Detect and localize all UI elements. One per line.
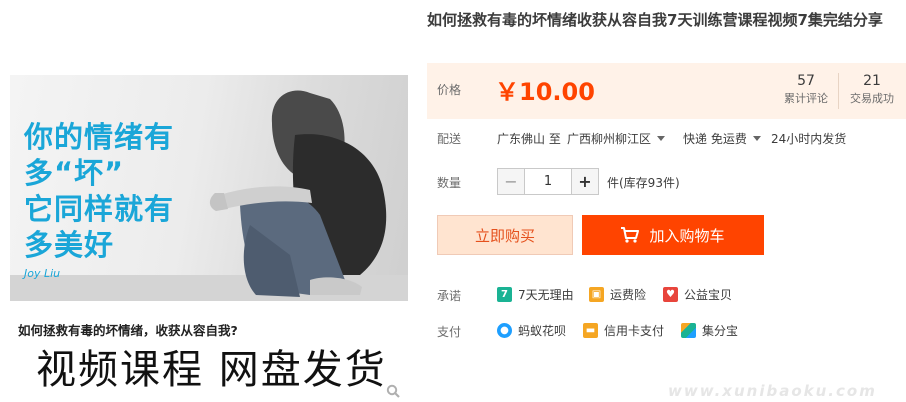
payment-label: 支付 (437, 325, 462, 339)
price-label: 价格 (437, 83, 462, 97)
image-headline: 你的情绪有 多“坏” 它同样就有 多美好 (24, 120, 175, 262)
quantity-stepper: − + (497, 168, 599, 195)
promise-7day-return[interactable]: 7 7天无理由 (497, 286, 574, 303)
sales-stat[interactable]: 21 交易成功 (839, 72, 905, 108)
payment-huabei[interactable]: ● 蚂蚁花呗 (497, 322, 566, 339)
jifenbao-icon (681, 323, 696, 338)
delivery-method-select[interactable]: 快递 免运费 (683, 130, 761, 147)
zoom-icon[interactable] (386, 384, 400, 398)
price-panel: 价格 ￥10.00 57 累计评论 21 交易成功 (427, 63, 906, 119)
quantity-increase-button[interactable]: + (571, 169, 598, 194)
delivery-destination-select[interactable]: 广西柳州柳江区 (567, 130, 666, 147)
promise-shipping-label: 运费险 (610, 288, 647, 302)
product-title: 如何拯救有毒的坏情绪收获从容自我7天训练营课程视频7集完结分享 (427, 11, 883, 29)
add-to-cart-button[interactable]: 加入购物车 (582, 215, 764, 255)
payment-huabei-label: 蚂蚁花呗 (518, 324, 567, 338)
promise-label: 承诺 (437, 289, 462, 303)
buy-now-button[interactable]: 立即购买 (437, 215, 573, 255)
promise-7day-label: 7天无理由 (518, 288, 574, 302)
quantity-decrease-button[interactable]: − (498, 169, 525, 194)
credit-card-icon: ▬ (583, 323, 598, 338)
quantity-label: 数量 (437, 176, 462, 190)
reviews-count: 57 (797, 73, 815, 89)
product-image[interactable]: 你的情绪有 多“坏” 它同样就有 多美好 Joy Liu (10, 75, 408, 301)
image-signature: Joy Liu (24, 267, 61, 280)
payment-credit-card[interactable]: ▬ 信用卡支付 (583, 322, 664, 339)
promise-charity-label: 公益宝贝 (684, 288, 733, 302)
delivery-destination: 广西柳州柳江区 (567, 132, 652, 146)
chevron-down-icon (752, 136, 761, 141)
payment-jifenbao-label: 集分宝 (702, 324, 739, 338)
delivery-method: 快递 免运费 (683, 132, 747, 146)
reviews-stat[interactable]: 57 累计评论 (773, 72, 839, 108)
seven-day-icon: 7 (497, 287, 512, 302)
heart-icon: ♥ (663, 287, 678, 302)
reviews-label: 累计评论 (784, 92, 828, 105)
payment-credit-card-label: 信用卡支付 (604, 324, 665, 338)
sales-count: 21 (863, 73, 881, 89)
buy-now-label: 立即购买 (474, 226, 535, 245)
quantity-input[interactable] (525, 169, 571, 194)
watermark: www.xunibaoku.com (668, 382, 877, 400)
price-value: ￥10.00 (495, 78, 595, 106)
shipping-insurance-icon: ▣ (589, 287, 604, 302)
sales-label: 交易成功 (850, 92, 894, 105)
cart-icon (621, 227, 640, 243)
promise-shipping-insurance[interactable]: ▣ 运费险 (589, 286, 646, 303)
image-caption: 如何拯救有毒的坏情绪，收获从容自我? (18, 323, 238, 338)
delivery-from: 广东佛山 至 (497, 132, 561, 146)
image-big-text: 视频课程 网盘发货 (36, 347, 387, 393)
delivery-label: 配送 (437, 132, 462, 146)
huabei-icon: ● (497, 323, 512, 338)
chevron-down-icon (657, 136, 666, 141)
ship-time: 24小时内发货 (771, 132, 847, 146)
payment-jifenbao[interactable]: 集分宝 (681, 322, 738, 339)
stock-text: 件(库存93件) (607, 176, 680, 190)
add-to-cart-label: 加入购物车 (649, 226, 725, 245)
promise-charity[interactable]: ♥ 公益宝贝 (663, 286, 732, 303)
